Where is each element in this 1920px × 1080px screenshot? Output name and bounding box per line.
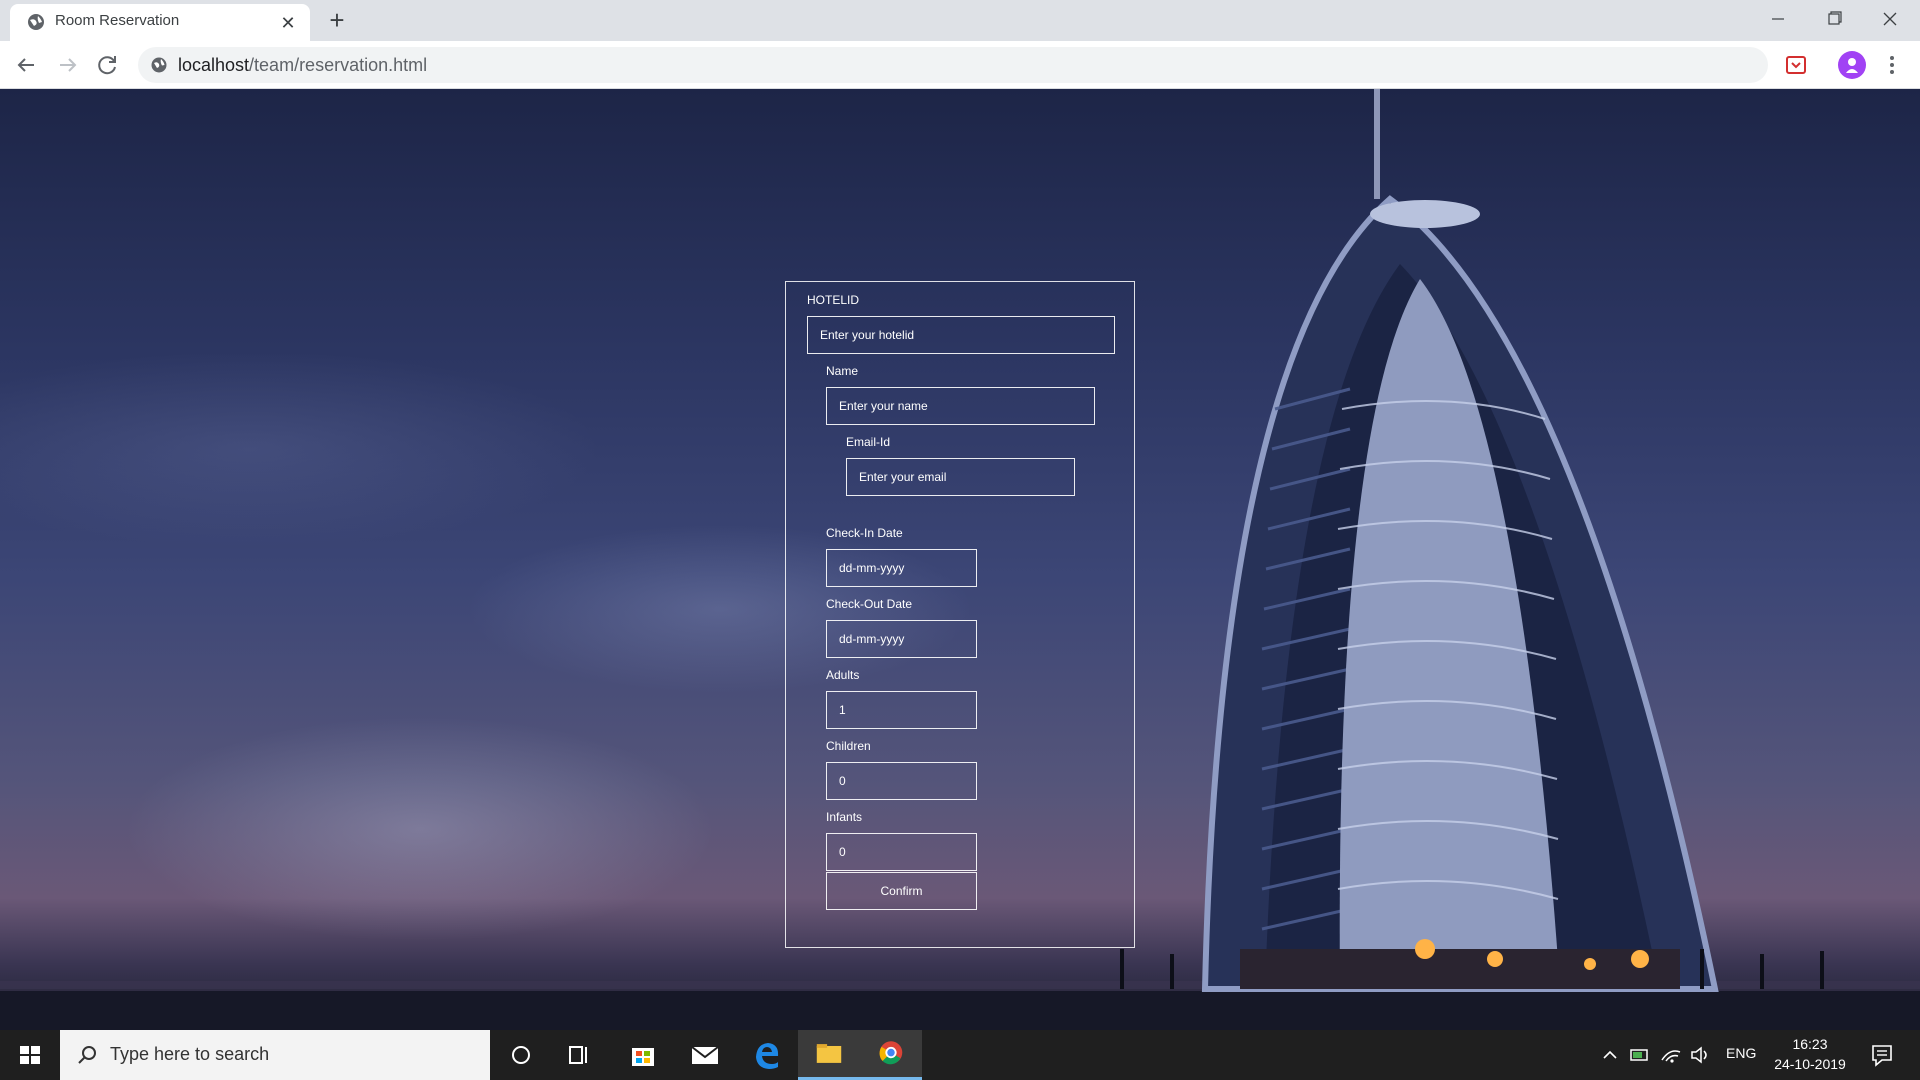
close-window-icon[interactable]	[1862, 0, 1918, 38]
search-icon	[78, 1046, 96, 1064]
checkin-date-input[interactable]: dd-mm-yyyy	[826, 549, 977, 587]
hotelid-label: HOTELID	[807, 293, 860, 307]
search-placeholder: Type here to search	[110, 1044, 270, 1064]
cortana-icon[interactable]	[490, 1030, 552, 1080]
adults-label: Adults	[826, 668, 860, 682]
url-path: /team/reservation.html	[249, 55, 428, 75]
checkout-date-input[interactable]: dd-mm-yyyy	[826, 620, 977, 658]
reservation-form: HOTELID Name Email-Id Check-In Date dd-m…	[785, 281, 1135, 948]
email-label: Email-Id	[846, 435, 891, 449]
windows-taskbar: Type here to search ENG 16:23 24-10-2019	[0, 1030, 1920, 1080]
mail-icon[interactable]	[674, 1030, 736, 1080]
close-tab-icon[interactable]: ✕	[276, 11, 300, 35]
new-tab-button[interactable]: +	[322, 6, 352, 36]
show-hidden-icons-chevron-icon[interactable]	[1596, 1030, 1624, 1080]
email-input[interactable]	[846, 458, 1075, 496]
reload-icon[interactable]	[92, 49, 124, 81]
chrome-icon[interactable]	[860, 1030, 922, 1080]
tab-title: Room Reservation	[55, 12, 180, 29]
infants-label: Infants	[826, 810, 863, 824]
checkout-label: Check-Out Date	[826, 597, 913, 611]
browser-tab[interactable]: Room Reservation ✕	[10, 4, 310, 41]
battery-icon[interactable]	[1626, 1030, 1654, 1080]
browser-toolbar: localhost/team/reservation.html	[0, 41, 1920, 89]
back-arrow-icon[interactable]	[10, 49, 42, 81]
address-bar[interactable]: localhost/team/reservation.html	[138, 47, 1768, 83]
profile-avatar[interactable]	[1838, 51, 1866, 79]
user-icon	[1846, 58, 1858, 73]
browser-tab-strip: Room Reservation ✕ +	[0, 0, 1920, 41]
adults-input[interactable]: 1	[826, 691, 977, 729]
edge-icon[interactable]	[736, 1030, 798, 1080]
site-info-icon[interactable]	[150, 56, 168, 74]
clock-time[interactable]: 16:23	[1770, 1036, 1850, 1052]
file-explorer-icon[interactable]	[798, 1030, 860, 1080]
checkin-label: Check-In Date	[826, 526, 903, 540]
confirm-button[interactable]: Confirm	[826, 872, 977, 910]
store-icon[interactable]	[612, 1030, 674, 1080]
volume-icon[interactable]	[1686, 1030, 1714, 1080]
taskbar-search-box[interactable]: Type here to search	[60, 1030, 490, 1080]
children-label: Children	[826, 739, 871, 753]
minimize-window-icon[interactable]	[1750, 0, 1806, 38]
infants-input[interactable]: 0	[826, 833, 977, 871]
globe-icon	[28, 14, 44, 30]
address-url[interactable]: localhost/team/reservation.html	[178, 55, 427, 76]
page-viewport: HOTELID Name Email-Id Check-In Date dd-m…	[0, 89, 1920, 1030]
windows-start-icon[interactable]	[0, 1030, 60, 1080]
pocket-extension-icon[interactable]	[1784, 53, 1808, 77]
language-indicator[interactable]: ENG	[1726, 1045, 1756, 1061]
forward-arrow-icon[interactable]	[52, 49, 84, 81]
children-input[interactable]: 0	[826, 762, 977, 800]
restore-window-icon[interactable]	[1806, 0, 1862, 38]
clock-date[interactable]: 24-10-2019	[1770, 1056, 1850, 1072]
task-view-icon[interactable]	[548, 1030, 610, 1080]
url-host: localhost	[178, 55, 250, 75]
more-options-icon[interactable]	[1880, 53, 1904, 77]
action-center-icon[interactable]	[1862, 1030, 1902, 1080]
hotelid-input[interactable]	[807, 316, 1115, 354]
name-label: Name	[826, 364, 859, 378]
name-input[interactable]	[826, 387, 1095, 425]
wifi-icon[interactable]	[1656, 1030, 1684, 1080]
